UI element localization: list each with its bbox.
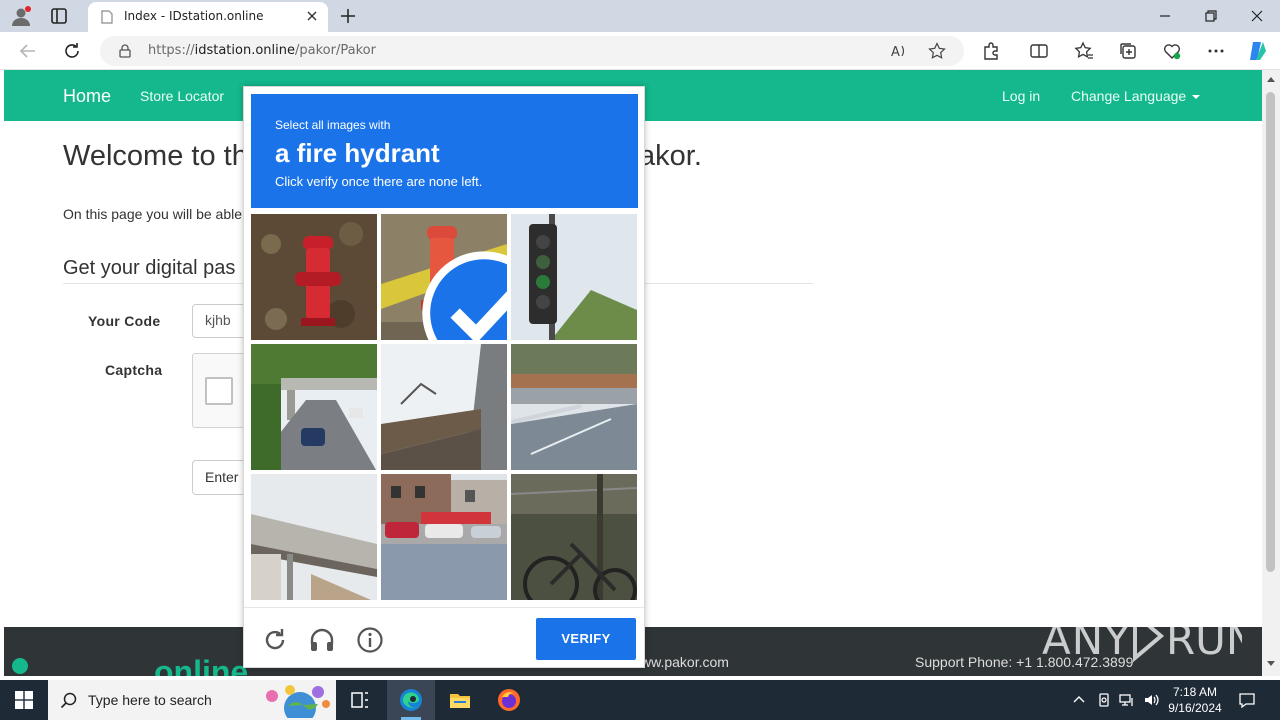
restore-icon[interactable]: [1201, 6, 1221, 26]
code-label: Your Code: [88, 313, 161, 329]
section-heading: Get your digital pas: [63, 257, 236, 279]
browser-toolbar: https://idstation.online/pakor/Pakor A: [0, 32, 1280, 70]
scrollbar-thumb[interactable]: [1266, 92, 1275, 572]
refresh-challenge-icon[interactable]: [261, 626, 289, 654]
audio-challenge-icon[interactable]: [308, 626, 336, 654]
notification-icon[interactable]: [1238, 691, 1256, 709]
footer-website[interactable]: ww.pakor.com: [641, 654, 729, 670]
taskbar-search[interactable]: Type here to search: [48, 680, 336, 720]
search-icon: [60, 692, 77, 709]
footer-logo-dot: [12, 658, 28, 674]
extensions-icon[interactable]: [981, 41, 1001, 61]
captcha-challenge-dialog: Select all images with a fire hydrant Cl…: [243, 86, 645, 668]
back-icon[interactable]: [18, 41, 38, 61]
search-highlight-globe-icon: [266, 685, 330, 718]
svg-text:RUN: RUN: [1166, 615, 1242, 664]
taskbar-clock[interactable]: 7:18 AM 9/16/2024: [1160, 684, 1230, 716]
language-label: Change Language: [1071, 88, 1187, 104]
edge-browser-icon: [400, 689, 422, 711]
challenge-hint: Click verify once there are none left.: [275, 174, 483, 189]
folder-icon: [450, 694, 470, 708]
challenge-header: Select all images with a fire hydrant Cl…: [251, 94, 638, 208]
clock-date: 9/16/2024: [1168, 701, 1222, 715]
favorite-star-icon[interactable]: [928, 42, 946, 60]
tab-title: Index - IDstation.online: [124, 9, 264, 23]
lock-icon[interactable]: [118, 44, 132, 58]
challenge-tile-road-bridge[interactable]: [511, 344, 637, 470]
minimize-icon[interactable]: [1155, 6, 1175, 26]
challenge-tile-bridge-fence[interactable]: [251, 474, 377, 600]
captcha-label: Captcha: [105, 362, 163, 378]
page-title: Welcome to th: [63, 140, 248, 172]
windows-start-icon[interactable]: [15, 691, 33, 709]
challenge-tile-street-cars[interactable]: [381, 474, 507, 600]
tray-device-icon[interactable]: [1096, 692, 1112, 708]
taskbar-edge[interactable]: [387, 680, 435, 720]
selected-check-icon: [422, 251, 507, 340]
nav-language-dropdown[interactable]: Change Language: [1071, 88, 1201, 104]
close-tab-icon[interactable]: [304, 8, 320, 24]
copilot-icon[interactable]: [1246, 39, 1270, 63]
firefox-icon: [498, 689, 520, 711]
more-options-icon[interactable]: [1206, 41, 1226, 61]
svg-text:A: A: [891, 45, 900, 60]
search-placeholder: Type here to search: [88, 692, 212, 708]
page-scrollbar[interactable]: [1262, 70, 1280, 676]
svg-text:ANY: ANY: [1042, 615, 1131, 664]
page-title-end: akor.: [639, 140, 702, 172]
taskbar-task-view[interactable]: [336, 680, 384, 720]
nav-home-link[interactable]: Home: [63, 86, 111, 107]
anyrun-watermark-logo: ANY RUN: [1042, 609, 1242, 664]
address-bar[interactable]: https://idstation.online/pakor/Pakor A: [100, 36, 964, 66]
challenge-tile-bridge-sky[interactable]: [381, 344, 507, 470]
clock-time: 7:18 AM: [1172, 685, 1218, 699]
nav-login-link[interactable]: Log in: [1002, 88, 1040, 104]
challenge-tile-hydrant-leaves[interactable]: [251, 214, 377, 340]
favorites-icon[interactable]: [1074, 41, 1094, 61]
refresh-icon[interactable]: [62, 41, 82, 61]
footer-logo-text: online: [154, 654, 249, 676]
browser-essentials-icon[interactable]: [1162, 41, 1182, 61]
new-tab-icon[interactable]: [339, 7, 357, 25]
volume-icon[interactable]: [1143, 692, 1159, 708]
windows-taskbar: Type here to search 7:18 AM 9/16/2024: [0, 680, 1280, 720]
network-icon[interactable]: [1119, 692, 1135, 708]
nav-store-locator-link[interactable]: Store Locator: [140, 88, 224, 104]
split-screen-icon[interactable]: [1029, 41, 1049, 61]
taskbar-file-explorer[interactable]: [436, 680, 484, 720]
challenge-tile-highway-overpass[interactable]: [251, 344, 377, 470]
taskbar-firefox[interactable]: [485, 680, 533, 720]
browser-tab[interactable]: Index - IDstation.online: [88, 2, 328, 32]
verify-button[interactable]: VERIFY: [536, 618, 636, 660]
challenge-tile-bicycle[interactable]: [511, 474, 637, 600]
challenge-tile-hydrant-selected[interactable]: [381, 214, 507, 340]
captcha-checkbox[interactable]: [205, 377, 233, 405]
read-aloud-icon[interactable]: A: [890, 42, 908, 60]
tray-chevron-up-icon[interactable]: [1071, 692, 1087, 708]
intro-text: On this page you will be able: [63, 206, 242, 222]
close-window-icon[interactable]: [1247, 6, 1267, 26]
caret-down-icon: [1192, 95, 1201, 100]
challenge-target: a fire hydrant: [275, 138, 440, 168]
task-view-icon: [351, 692, 368, 708]
challenge-instruction: Select all images with: [275, 118, 391, 132]
challenge-tile-traffic-light[interactable]: [511, 214, 637, 340]
url-text[interactable]: https://idstation.online/pakor/Pakor: [148, 43, 376, 58]
collections-icon[interactable]: [1118, 41, 1138, 61]
info-icon[interactable]: [356, 626, 384, 654]
browser-tab-bar: Index - IDstation.online: [0, 0, 1280, 32]
scroll-up-icon[interactable]: [1267, 77, 1275, 82]
tab-actions-icon[interactable]: [50, 7, 68, 25]
challenge-footer: VERIFY: [244, 607, 644, 668]
page-favicon-icon: [101, 10, 113, 24]
scroll-down-icon[interactable]: [1267, 661, 1275, 666]
profile-icon[interactable]: [10, 5, 32, 27]
